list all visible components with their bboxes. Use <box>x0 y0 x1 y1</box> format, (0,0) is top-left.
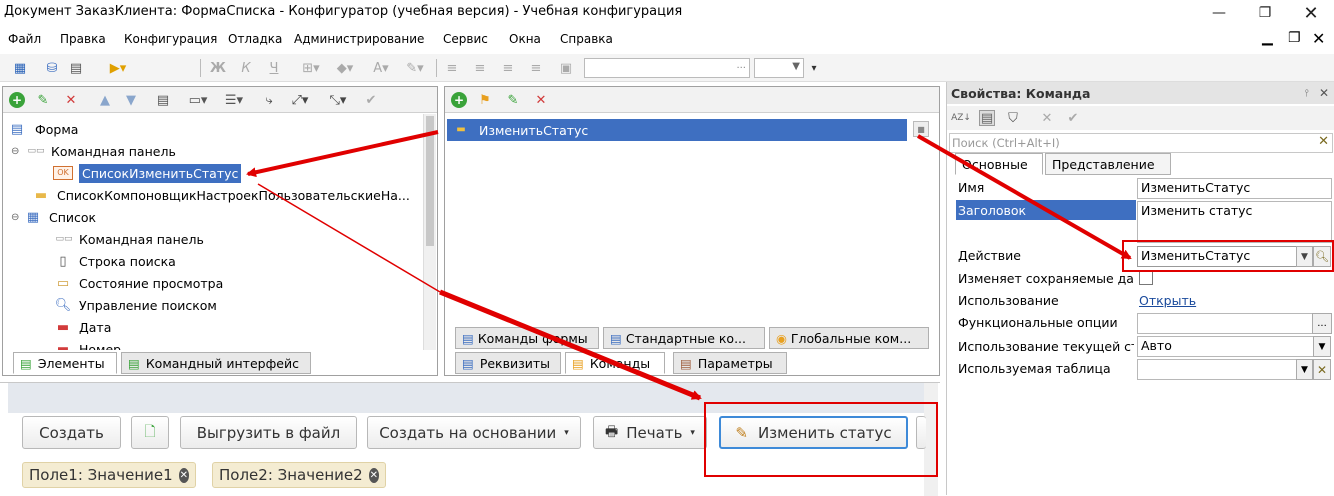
arrow-to-action <box>917 134 1132 260</box>
arrow-to-tree-item <box>246 130 439 178</box>
arrow-to-button <box>439 289 702 401</box>
annotation-arrows <box>246 130 1132 401</box>
thin-arrow-line <box>257 183 441 293</box>
